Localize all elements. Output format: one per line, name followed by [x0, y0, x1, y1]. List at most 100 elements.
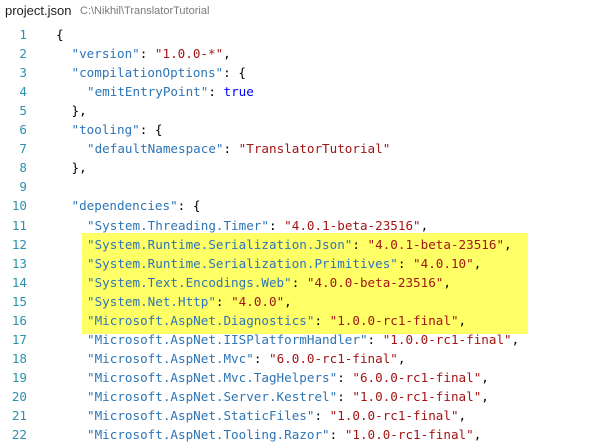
json-string: "4.0.1-beta-23516" [367, 236, 505, 252]
line-number: 2 [19, 46, 27, 62]
line-number: 4 [19, 84, 27, 100]
json-punctuation: : [352, 236, 368, 252]
code-text: "System.Threading.Timer": "4.0.1-beta-23… [87, 216, 428, 235]
json-string: "TranslatorTutorial" [238, 141, 391, 157]
line-number: 17 [11, 331, 27, 347]
json-punctuation: , [504, 236, 512, 252]
json-punctuation: : [291, 274, 307, 290]
code-line: 19 "Microsoft.AspNet.Mvc.TagHelpers": "6.… [0, 368, 608, 387]
json-string: "4.0.1-beta-23516" [284, 217, 421, 233]
json-punctuation: , [473, 427, 482, 443]
json-punctuation: : [337, 388, 353, 404]
json-string: "1.0.0-rc1-final" [352, 388, 482, 404]
code-text: "Microsoft.AspNet.Diagnostics": "1.0.0-r… [87, 311, 466, 330]
code-line: 10 "dependencies": { [0, 196, 608, 215]
code-text: }, [72, 158, 87, 177]
editor-tab-header: project.json C:\Nikhil\TranslatorTutoria… [0, 0, 608, 22]
code-line: 3 "compilationOptions": { [0, 63, 608, 82]
line-number: 19 [11, 369, 27, 385]
code-text: { [56, 25, 64, 44]
json-key: "emitEntryPoint" [87, 84, 209, 100]
json-punctuation: : [139, 46, 155, 62]
json-punctuation: : [215, 293, 232, 309]
json-punctuation: { [56, 27, 64, 42]
code-text: "Microsoft.AspNet.IISPlatformHandler": "… [87, 330, 519, 349]
code-line: 13 "System.Runtime.Serialization.Primitiv… [0, 254, 608, 273]
json-string: "1.0.0-rc1-final" [344, 427, 474, 443]
json-punctuation: : [314, 312, 330, 328]
code-line: 2 "version": "1.0.0-*", [0, 44, 608, 63]
json-punctuation: : { [223, 65, 246, 81]
json-punctuation: , [397, 350, 406, 366]
json-punctuation: : [367, 331, 383, 347]
code-line: 20 "Microsoft.AspNet.Server.Kestrel": "1.… [0, 387, 608, 406]
code-line: 8}, [0, 158, 608, 177]
json-punctuation: , [458, 312, 467, 328]
json-punctuation: , [223, 46, 231, 62]
code-text: "System.Runtime.Serialization.Primitives… [87, 254, 481, 273]
json-punctuation: : [397, 255, 414, 271]
json-punctuation: }, [71, 160, 87, 176]
json-key: "Microsoft.AspNet.IISPlatformHandler" [87, 331, 368, 347]
json-keyword: true [223, 84, 254, 100]
line-number: 7 [19, 141, 27, 157]
line-number: 18 [11, 350, 27, 366]
file-path-label: C:\Nikhil\TranslatorTutorial [80, 5, 210, 17]
code-line: 16 "Microsoft.AspNet.Diagnostics": "1.0.0… [0, 311, 608, 330]
json-key: "Microsoft.AspNet.Diagnostics" [87, 312, 315, 328]
code-line: 5}, [0, 101, 608, 120]
code-line: 21 "Microsoft.AspNet.StaticFiles": "1.0.0… [0, 406, 608, 425]
json-punctuation: , [458, 408, 467, 423]
code-editor[interactable]: 1{2 "version": "1.0.0-*", 3 "compilationOpt… [0, 25, 608, 445]
line-number: 22 [11, 427, 27, 443]
code-line: 7 "defaultNamespace": "TranslatorTutorial… [0, 139, 608, 158]
code-text: "System.Net.Http": "4.0.0", [87, 292, 292, 311]
json-punctuation: , [443, 274, 451, 290]
json-key: "Microsoft.AspNet.StaticFiles" [87, 408, 315, 423]
code-text: "System.Text.Encodings.Web": "4.0.0-beta… [87, 273, 451, 292]
json-string: "4.0.0" [231, 293, 285, 309]
line-number: 6 [19, 122, 27, 138]
code-text: "dependencies": { [72, 196, 201, 215]
code-line: 12 "System.Runtime.Serialization.Json": "… [0, 235, 608, 254]
json-punctuation: : { [139, 122, 163, 138]
json-string: "1.0.0-rc1-final" [382, 331, 512, 347]
json-key: "Microsoft.AspNet.Mvc.TagHelpers" [87, 369, 338, 385]
line-number: 15 [11, 293, 27, 309]
json-punctuation: , [481, 369, 489, 385]
json-punctuation: , [481, 388, 489, 404]
json-punctuation: : [337, 369, 353, 385]
code-line: 9 [0, 177, 608, 196]
json-string: "4.0.10" [413, 255, 474, 271]
line-number: 3 [19, 65, 27, 81]
file-name-label[interactable]: project.json [5, 3, 71, 18]
code-text: "defaultNamespace": "TranslatorTutorial" [87, 139, 390, 158]
code-text: }, [72, 101, 87, 120]
code-line: 18 "Microsoft.AspNet.Mvc": "6.0.0-rc1-fin… [0, 349, 608, 368]
json-key: "dependencies" [71, 198, 178, 214]
code-text: "emitEntryPoint": true [87, 82, 254, 101]
json-key: "System.Net.Http" [87, 293, 216, 309]
json-string: "1.0.0-rc1-final" [329, 408, 459, 423]
json-key: "System.Runtime.Serialization.Primitives… [87, 255, 398, 271]
json-punctuation: : [208, 84, 224, 100]
line-number: 16 [11, 312, 27, 328]
json-key: "version" [71, 46, 140, 62]
json-key: "Microsoft.AspNet.Tooling.Razor" [87, 427, 330, 443]
code-text: "Microsoft.AspNet.Mvc": "6.0.0-rc1-final… [87, 349, 405, 368]
code-line: 11 "System.Threading.Timer": "4.0.1-beta-… [0, 216, 608, 235]
json-key: "Microsoft.AspNet.Server.Kestrel" [87, 388, 338, 404]
line-number: 10 [11, 198, 27, 214]
json-punctuation: : [253, 350, 269, 366]
line-number: 8 [19, 160, 27, 176]
json-punctuation: , [511, 331, 520, 347]
code-line: 4 "emitEntryPoint": true [0, 82, 608, 101]
line-number: 14 [11, 274, 27, 290]
json-string: "6.0.0-rc1-final" [268, 350, 398, 366]
json-punctuation: : [268, 217, 285, 233]
json-punctuation: }, [71, 103, 87, 119]
json-key: "System.Text.Encodings.Web" [87, 274, 292, 290]
json-string: "6.0.0-rc1-final" [352, 369, 482, 385]
json-key: "compilationOptions" [71, 65, 224, 81]
json-punctuation: , [284, 293, 292, 309]
